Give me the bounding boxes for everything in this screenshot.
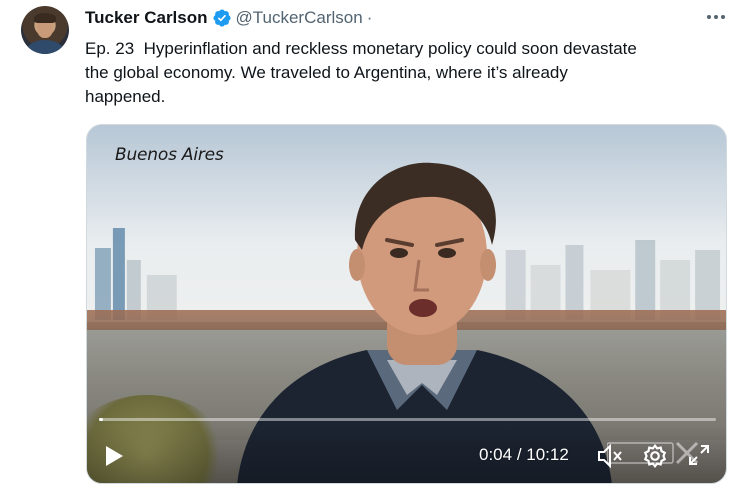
- more-dot: [721, 15, 725, 19]
- play-icon[interactable]: [103, 443, 125, 469]
- time-separator: /: [512, 445, 527, 464]
- more-dot: [714, 15, 718, 19]
- video-time: 0:04 / 10:12: [479, 445, 569, 465]
- fullscreen-icon[interactable]: [687, 443, 711, 467]
- author-handle[interactable]: @TuckerCarlson: [236, 8, 363, 28]
- more-dot: [707, 15, 711, 19]
- gear-icon[interactable]: [642, 443, 668, 469]
- header-separator: ·: [366, 8, 373, 27]
- author-name[interactable]: Tucker Carlson: [85, 8, 208, 28]
- video-progress-bar[interactable]: [99, 418, 716, 421]
- current-time: 0:04: [479, 445, 513, 464]
- location-caption: Buenos Aires: [115, 145, 224, 165]
- video-progress-fill: [99, 418, 104, 421]
- avatar-hair: [34, 13, 56, 23]
- more-options-icon[interactable]: [704, 9, 728, 25]
- mute-icon[interactable]: [596, 443, 624, 469]
- tweet-header: Tucker Carlson @TuckerCarlson ·: [85, 6, 372, 30]
- tweet-text: Ep. 23 Hyperinflation and reckless monet…: [85, 39, 637, 106]
- verified-badge-icon[interactable]: [212, 8, 232, 28]
- avatar-shoulders: [27, 40, 63, 54]
- video-player[interactable]: Buenos Aires 0:04 / 10:12: [86, 124, 727, 484]
- author-avatar[interactable]: [21, 6, 69, 54]
- video-duration: 10:12: [526, 445, 569, 464]
